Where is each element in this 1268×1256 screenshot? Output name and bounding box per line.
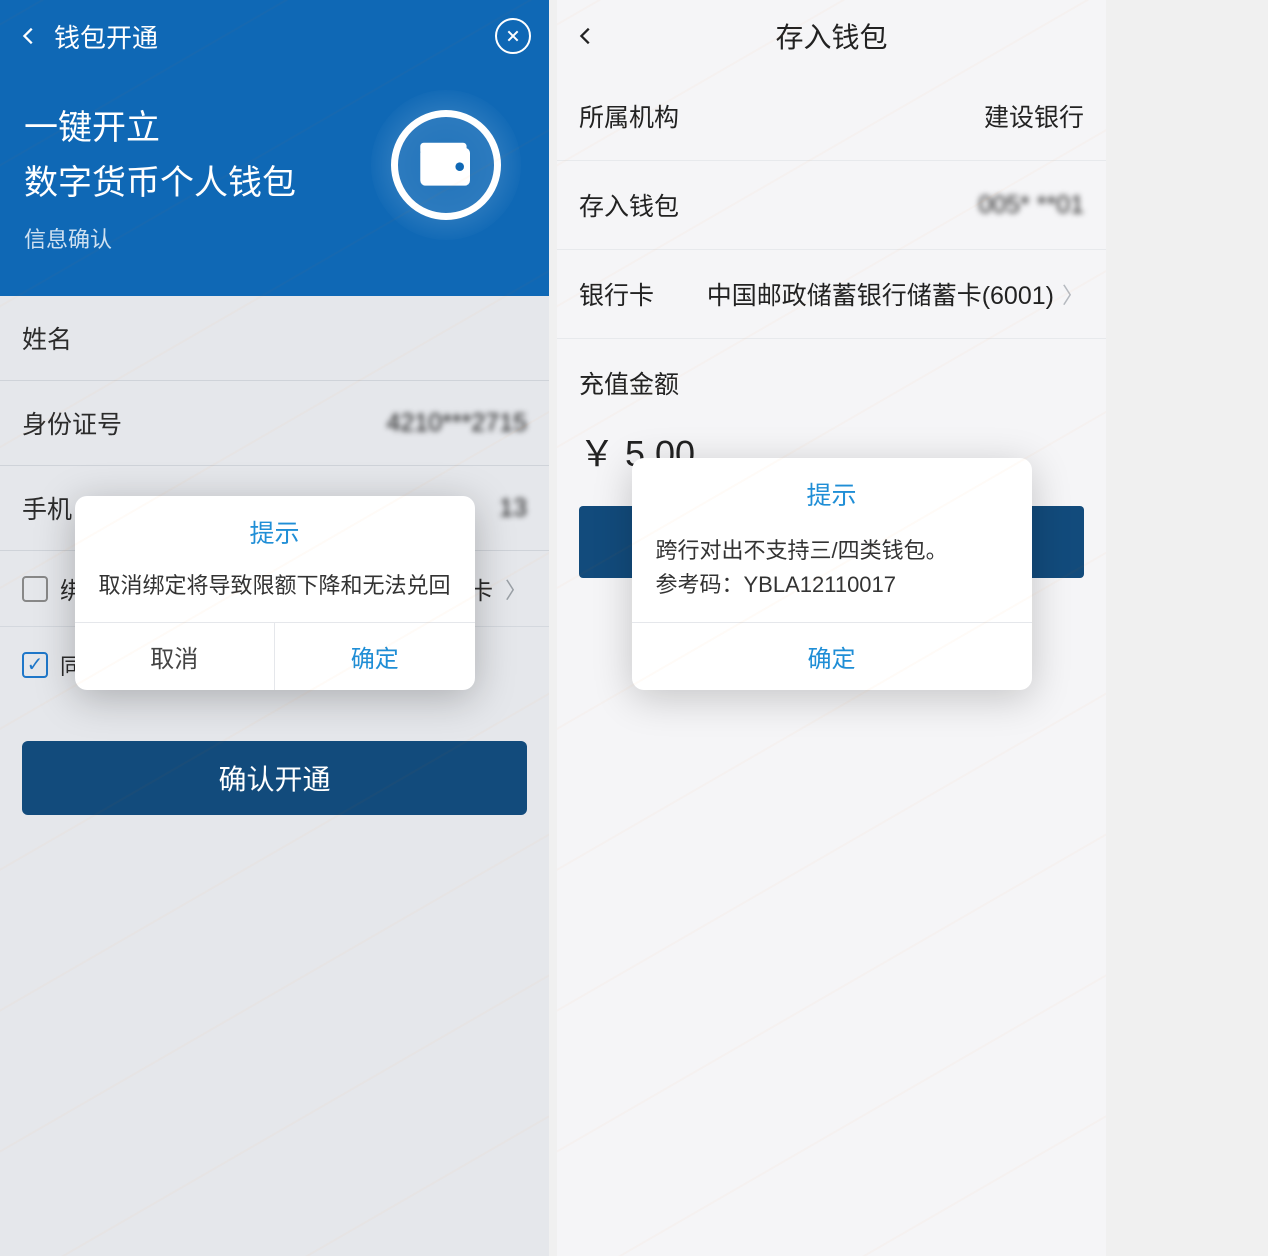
confirm-button[interactable]: 确定	[632, 622, 1032, 690]
modal-overlay: 提示 取消绑定将导致限额下降和无法兑回 取消 确定	[0, 0, 549, 1256]
screen-deposit-wallet: 存入钱包 所属机构 建设银行 存入钱包 005* **01 银行卡 中国邮政储蓄…	[557, 0, 1106, 1256]
dialog-body: 跨行对出不支持三/四类钱包。 参考码：YBLA12110017	[632, 524, 1032, 622]
dialog-buttons: 取消 确定	[75, 622, 475, 690]
dialog-line2: 参考码：YBLA12110017	[656, 568, 1008, 602]
dialog-title: 提示	[75, 496, 475, 562]
modal-overlay: 提示 跨行对出不支持三/四类钱包。 参考码：YBLA12110017 确定	[557, 0, 1106, 1256]
dialog-title: 提示	[632, 458, 1032, 524]
dialog-message: 取消绑定将导致限额下降和无法兑回	[75, 562, 475, 622]
dialog-line1: 跨行对出不支持三/四类钱包。	[656, 534, 1008, 568]
cancel-button[interactable]: 取消	[75, 623, 276, 690]
alert-dialog: 提示 跨行对出不支持三/四类钱包。 参考码：YBLA12110017 确定	[632, 458, 1032, 690]
confirm-button[interactable]: 确定	[275, 623, 475, 690]
screen-open-wallet: 钱包开通 一键开立 数字货币个人钱包 信息确认 姓名 身份证号 4210***2…	[0, 0, 549, 1256]
alert-dialog: 提示 取消绑定将导致限额下降和无法兑回 取消 确定	[75, 496, 475, 690]
